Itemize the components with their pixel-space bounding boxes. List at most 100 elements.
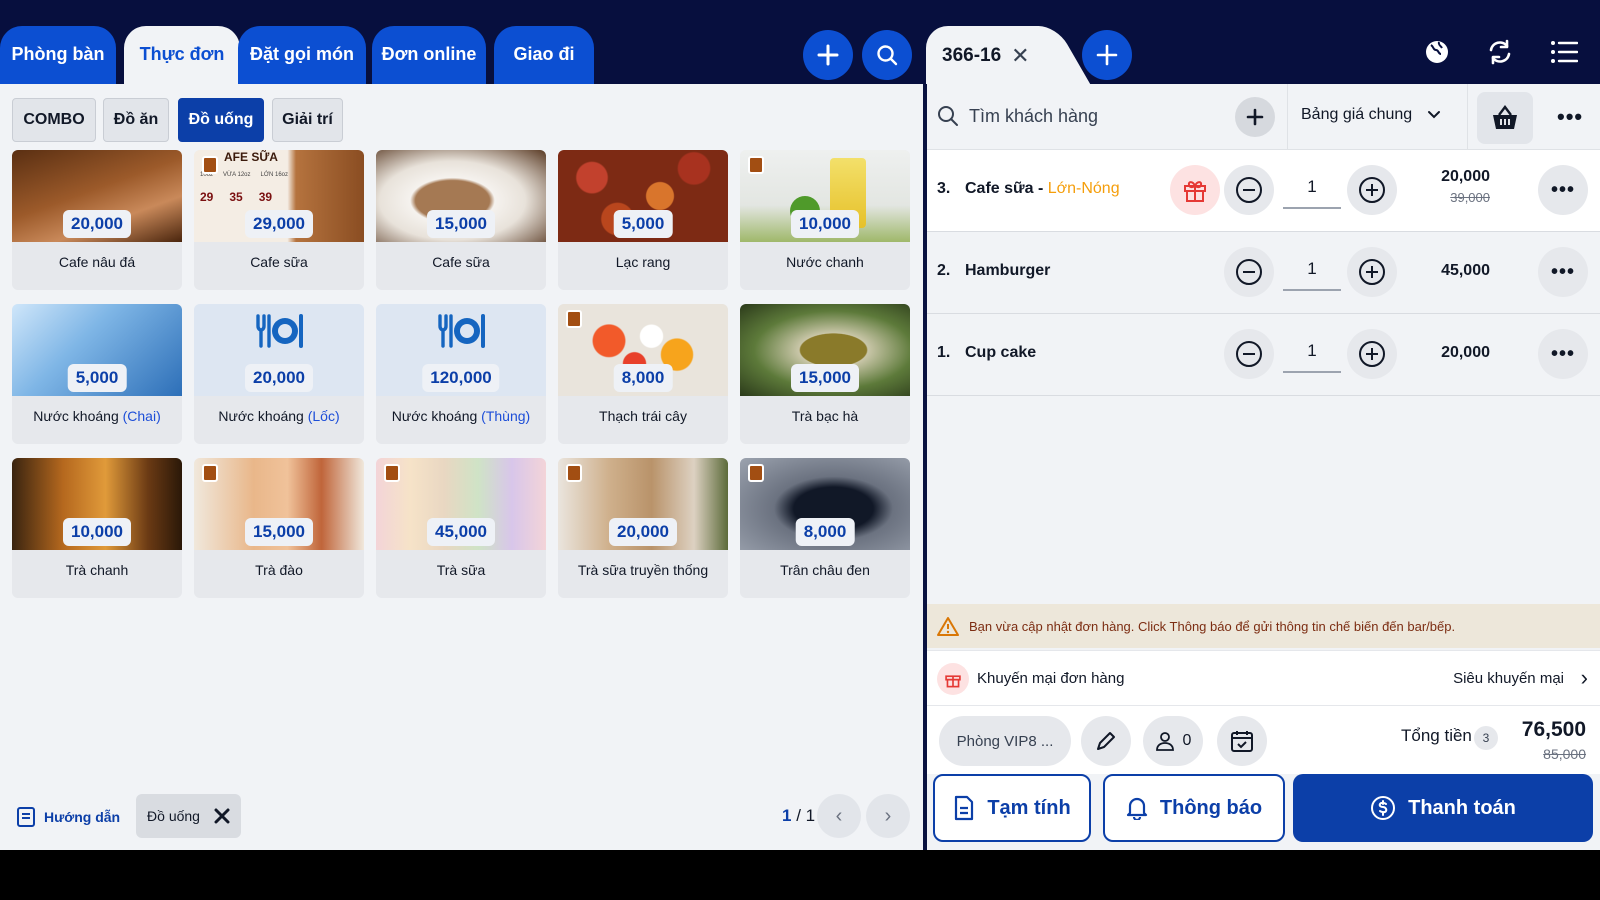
item-name: Trà sữa truyền thống [577, 562, 709, 578]
pay-button[interactable]: Thanh toán [1293, 774, 1593, 842]
menu-card[interactable]: AFE SỮA 10oz VỪA 12oz LỚN 16oz 29 35 39 29,0… [194, 150, 364, 290]
quantity-input[interactable]: 1 [1283, 177, 1341, 209]
plus-icon [1096, 44, 1118, 66]
customer-search-input[interactable]: Tìm khách hàng [969, 106, 1098, 127]
price-label: 5,000 [613, 210, 673, 238]
schedule-button[interactable] [1217, 716, 1267, 766]
decrease-qty-button[interactable] [1224, 247, 1274, 297]
item-more-button[interactable]: ••• [1538, 165, 1588, 215]
increase-qty-button[interactable] [1347, 247, 1397, 297]
item-name: Lạc rang [615, 254, 671, 270]
item-count-badge: 3 [1474, 726, 1498, 750]
minus-circle-icon [1236, 259, 1262, 285]
decrease-qty-button[interactable] [1224, 329, 1274, 379]
edit-note-button[interactable] [1081, 716, 1131, 766]
menu-card[interactable]: 10,000 Nước chanh [740, 150, 910, 290]
category-giai-tri[interactable]: Giải trí [272, 98, 343, 142]
next-page-button[interactable]: › [866, 794, 910, 838]
minus-circle-icon [1236, 177, 1262, 203]
gift-icon [937, 663, 969, 695]
temp-bill-button[interactable]: Tạm tính [933, 774, 1091, 842]
guest-count-button[interactable]: 0 [1143, 716, 1203, 766]
add-customer-button[interactable] [1235, 97, 1275, 137]
order-row[interactable]: 2. Hamburger 1 45,000 ••• [927, 232, 1600, 314]
prev-page-button[interactable]: ‹ [817, 794, 861, 838]
order-row[interactable]: 1. Cup cake 1 20,000 ••• [927, 314, 1600, 396]
decrease-qty-button[interactable] [1224, 165, 1274, 215]
price-label: 120,000 [422, 364, 500, 392]
room-selector[interactable]: Phòng VIP8 ... [939, 716, 1071, 766]
menu-card[interactable]: 45,000 Trà sữa [376, 458, 546, 598]
price-label: 8,000 [795, 518, 855, 546]
order-amount: 20,000 39,000 [1441, 168, 1490, 205]
close-icon[interactable]: ✕ [1011, 43, 1029, 69]
item-name: Nước khoáng (Thùng) [391, 408, 531, 424]
tab-phong-ban[interactable]: Phòng bàn [0, 26, 116, 86]
notify-button[interactable]: Thông báo [1103, 774, 1285, 842]
gift-button[interactable] [1170, 165, 1220, 215]
tab-don-online[interactable]: Đơn online [372, 26, 486, 86]
menu-panel: COMBO Đồ ăn Đồ uống Giải trí 20,000 Cafe… [0, 84, 923, 850]
menu-card[interactable]: 15,000 Trà đào [194, 458, 364, 598]
refresh-icon[interactable] [1484, 36, 1516, 68]
close-icon[interactable] [214, 808, 230, 824]
order-promotion-row[interactable]: Khuyến mại đơn hàng Siêu khuyến mại › [927, 650, 1600, 706]
menu-card[interactable]: 5,000 Nước khoáng (Chai) [12, 304, 182, 444]
menu-card[interactable]: 20,000 Nước khoáng (Lốc) [194, 304, 364, 444]
dollar-circle-icon [1371, 796, 1396, 820]
guide-link[interactable]: Hướng dẫn [16, 806, 120, 828]
category-combo[interactable]: COMBO [12, 98, 96, 142]
item-name: Trà chanh [65, 562, 129, 578]
menu-card[interactable]: 15,000 Cafe sữa [376, 150, 546, 290]
price-label: 15,000 [791, 364, 859, 392]
filter-chip-label: Đồ uống [147, 808, 200, 824]
new-order-button[interactable] [1082, 30, 1132, 80]
price-list-select[interactable]: Bảng giá chung [1301, 106, 1441, 124]
super-promo-link[interactable]: Siêu khuyến mại [1453, 670, 1564, 687]
menu-card[interactable]: 20,000 Cafe nâu đá [12, 150, 182, 290]
category-do-uong[interactable]: Đồ uống [178, 98, 264, 142]
increase-qty-button[interactable] [1347, 165, 1397, 215]
search-button[interactable] [862, 30, 912, 80]
menu-card[interactable]: 10,000 Trà chanh [12, 458, 182, 598]
tab-thuc-don[interactable]: Thực đơn [124, 26, 240, 86]
quantity-input[interactable]: 1 [1283, 259, 1341, 291]
menu-card[interactable]: 8,000 Thạch trái cây [558, 304, 728, 444]
category-do-an[interactable]: Đồ ăn [103, 98, 169, 142]
search-icon [877, 45, 898, 66]
menu-card[interactable]: 120,000 Nước khoáng (Thùng) [376, 304, 546, 444]
tab-giao-di[interactable]: Giao đi [494, 26, 594, 86]
menu-card[interactable]: 8,000 Trân châu đen [740, 458, 910, 598]
filter-chip[interactable]: Đồ uống [136, 794, 241, 838]
item-name: Cafe nâu đá [58, 254, 136, 270]
price-label: 8,000 [613, 364, 673, 392]
increase-qty-button[interactable] [1347, 329, 1397, 379]
guest-count: 0 [1182, 732, 1192, 749]
quantity-input[interactable]: 1 [1283, 341, 1341, 373]
basket-icon [1493, 105, 1517, 129]
more-icon: ••• [1550, 260, 1575, 283]
more-options-icon[interactable]: ••• [1557, 104, 1583, 130]
gift-icon [1184, 181, 1206, 202]
person-icon [1155, 732, 1174, 751]
price-label: 10,000 [63, 518, 131, 546]
menu-card[interactable]: 20,000 Trà sữa truyền thống [558, 458, 728, 598]
menu-card[interactable]: 5,000 Lạc rang [558, 150, 728, 290]
item-more-button[interactable]: ••• [1538, 329, 1588, 379]
globe-icon[interactable] [1421, 36, 1453, 68]
search-icon [938, 106, 958, 126]
guide-label: Hướng dẫn [44, 809, 121, 825]
order-row[interactable]: 3. Cafe sữa - Lớn-Nóng 1 20,000 39,000 •… [927, 150, 1600, 232]
top-bar: Phòng bàn Thực đơn Đặt gọi món Đơn onlin… [0, 0, 1600, 86]
order-tab[interactable]: 366-16 ✕ [926, 26, 1050, 86]
item-more-button[interactable]: ••• [1538, 247, 1588, 297]
document-icon [955, 795, 974, 821]
plus-icon [817, 44, 839, 66]
add-button[interactable] [803, 30, 853, 80]
tab-dat-goi-mon[interactable]: Đặt gọi món [238, 26, 366, 86]
item-name: Nước khoáng (Lốc) [218, 408, 340, 424]
basket-button[interactable] [1477, 92, 1533, 144]
list-menu-icon[interactable] [1548, 36, 1580, 68]
menu-card[interactable]: 15,000 Trà bạc hà [740, 304, 910, 444]
notify-label: Thông báo [1159, 796, 1263, 819]
